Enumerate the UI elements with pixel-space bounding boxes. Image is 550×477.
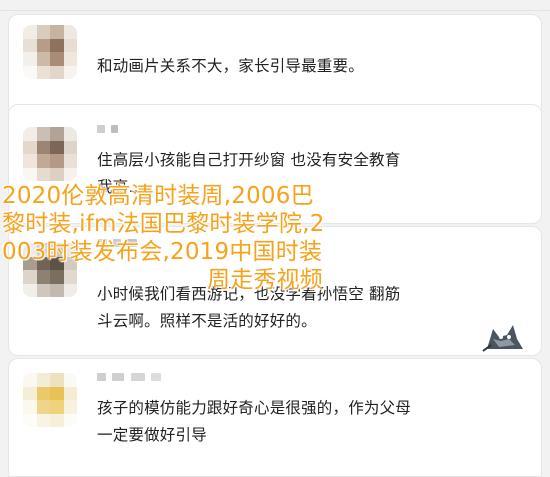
avatar-mosaic-cell [50, 140, 64, 154]
avatar-mosaic-cell [63, 400, 77, 414]
avatar-mosaic-cell [50, 373, 64, 387]
avatar-mosaic-cell [63, 25, 77, 39]
comment-card: 孩子的模仿能力跟好奇心是很强的，作为父母 一定要做好引导 [8, 358, 542, 477]
avatar-mosaic-cell [23, 127, 37, 141]
overlay-caption: 2020伦敦高清时装周,2006巴 黎时装,ifm法国巴黎时装学院,2 003时… [2, 182, 548, 294]
avatar-mosaic-cell [50, 400, 64, 414]
avatar[interactable] [23, 127, 77, 181]
avatar-mosaic-cell [50, 65, 64, 79]
avatar-mosaic-cell [36, 400, 50, 414]
top-divider [0, 10, 550, 11]
avatar-mosaic-cell [36, 154, 50, 168]
avatar-mosaic-cell [50, 413, 64, 427]
avatar-mosaic-cell [63, 65, 77, 79]
cat-sticker-icon [482, 325, 523, 352]
avatar-mosaic-cell [36, 25, 50, 39]
avatar-mosaic-cell [63, 154, 77, 168]
avatar-mosaic-cell [63, 38, 77, 52]
avatar-mosaic-cell [50, 154, 64, 168]
avatar-mosaic-cell [63, 386, 77, 400]
avatar-mosaic-cell [50, 25, 64, 39]
avatar-mosaic-cell [36, 373, 50, 387]
username-blurred [97, 373, 167, 381]
overlay-line: 003时装发布会,2019中国时装 [2, 239, 323, 265]
comment-card: 和动画片关系不大，家长引导最重要。 [8, 14, 542, 118]
avatar-mosaic-cell [63, 167, 77, 181]
avatar-mosaic-cell [50, 38, 64, 52]
comment-text: 和动画片关系不大，家长引导最重要。 [97, 57, 364, 75]
avatar-mosaic-cell [23, 25, 37, 39]
avatar-mosaic-cell [36, 38, 50, 52]
avatar-mosaic-cell [23, 52, 37, 66]
avatar-mosaic-cell [36, 127, 50, 141]
avatar-mosaic-cell [50, 127, 64, 141]
avatar-mosaic-cell [23, 65, 37, 79]
avatar-mosaic-cell [23, 154, 37, 168]
overlay-line: 周走秀视频 [207, 267, 323, 293]
avatar-mosaic-cell [63, 413, 77, 427]
avatar-mosaic-cell [50, 386, 64, 400]
username-blurred [97, 125, 137, 133]
avatar-mosaic-cell [36, 140, 50, 154]
overlay-line: 黎时装,ifm法国巴黎时装学院,2 [2, 211, 325, 237]
avatar-mosaic-cell [63, 140, 77, 154]
avatar-mosaic-cell [36, 65, 50, 79]
avatar-mosaic-cell [23, 400, 37, 414]
avatar-mosaic-cell [36, 413, 50, 427]
avatar-mosaic-cell [23, 373, 37, 387]
avatar-mosaic-cell [50, 167, 64, 181]
avatar[interactable] [23, 373, 77, 427]
avatar-mosaic-cell [36, 386, 50, 400]
avatar-mosaic-cell [63, 52, 77, 66]
avatar-mosaic-cell [23, 140, 37, 154]
comment-text: 孩子的模仿能力跟好奇心是很强的，作为父母 一定要做好引导 [97, 399, 412, 444]
avatar[interactable] [23, 25, 77, 79]
avatar-mosaic-cell [50, 52, 64, 66]
avatar-mosaic-cell [23, 386, 37, 400]
avatar-mosaic-cell [36, 52, 50, 66]
avatar-mosaic-cell [63, 127, 77, 141]
avatar-mosaic-cell [23, 38, 37, 52]
avatar-mosaic-cell [23, 413, 37, 427]
avatar-mosaic-cell [36, 167, 50, 181]
avatar-mosaic-cell [23, 167, 37, 181]
avatar-mosaic-cell [63, 373, 77, 387]
overlay-line: 2020伦敦高清时装周,2006巴 [2, 183, 314, 209]
